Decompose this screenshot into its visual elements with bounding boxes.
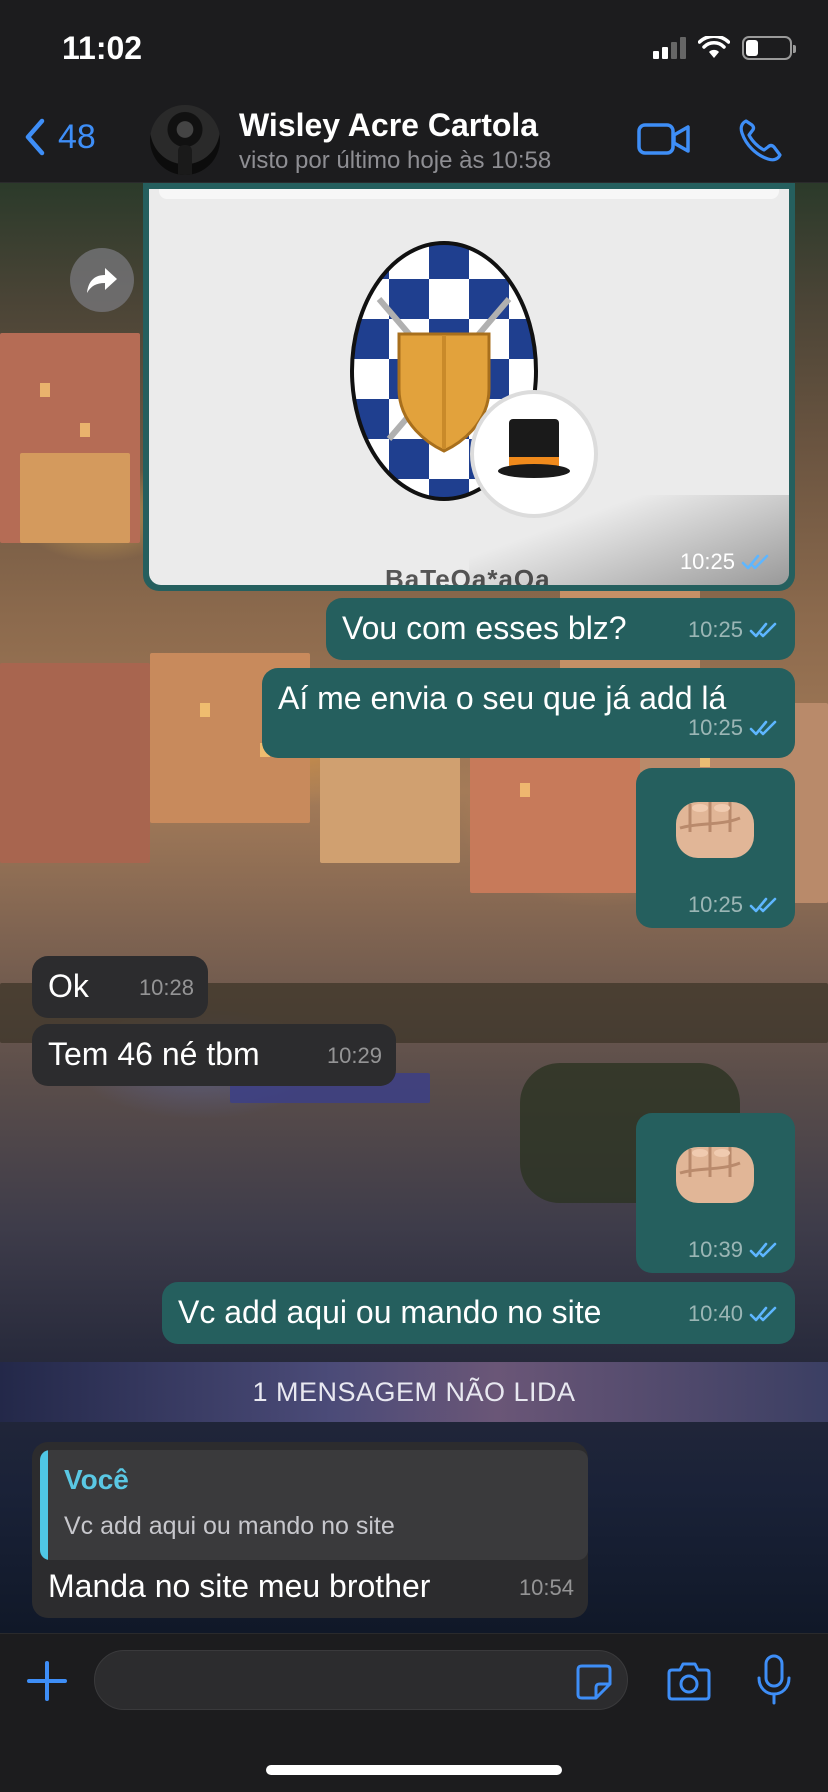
team-badge-image[interactable]: BaTeOa*aOa: [149, 189, 789, 585]
unread-divider-label: 1 MENSAGEM NÃO LIDA: [252, 1377, 576, 1407]
message-time: 10:29: [326, 1043, 382, 1068]
message-time: 10:25: [679, 549, 735, 574]
message-time: 10:39: [687, 1237, 743, 1262]
message-input[interactable]: [94, 1650, 628, 1710]
message-meta: 10:25: [688, 610, 781, 650]
message-text: Ok: [48, 968, 89, 1004]
cellular-signal-icon: [653, 37, 686, 59]
fist-emoji-icon: [676, 1147, 754, 1203]
message-time: 10:25: [687, 715, 743, 740]
message-time: 10:25: [687, 892, 743, 917]
message-bubble-outgoing[interactable]: Vc add aqui ou mando no site 10:40: [162, 1282, 795, 1344]
camera-icon[interactable]: [666, 1660, 712, 1702]
chat-header: 48 Wisley Acre Cartola visto por último …: [0, 95, 828, 183]
fist-emoji-icon: [676, 802, 754, 858]
double-check-icon: [749, 622, 777, 638]
plus-icon[interactable]: [24, 1658, 70, 1704]
quote-bar: [40, 1450, 48, 1560]
status-bar: 11:02: [0, 0, 828, 95]
battery-icon: [742, 36, 796, 60]
message-bubble-outgoing[interactable]: Aí me envia o seu que já add lá 10:25: [262, 668, 795, 758]
message-input-bar: [0, 1633, 828, 1792]
message-meta: 10:54: [519, 1568, 574, 1608]
message-bubble-incoming[interactable]: Tem 46 né tbm 10:29: [32, 1024, 396, 1086]
unread-divider: 1 MENSAGEM NÃO LIDA: [0, 1362, 828, 1422]
video-camera-icon[interactable]: [636, 115, 692, 163]
quoted-author: Você: [64, 1464, 129, 1495]
quoted-text: Vc add aqui ou mando no site: [64, 1512, 395, 1540]
sticker-message[interactable]: 10:25: [636, 768, 795, 928]
quoted-message[interactable]: Você Vc add aqui ou mando no site: [40, 1450, 588, 1560]
double-check-icon: [749, 720, 777, 736]
microphone-icon[interactable]: [756, 1654, 792, 1706]
double-check-icon: [749, 1306, 777, 1322]
last-seen-status: visto por último hoje às 10:58: [239, 147, 552, 174]
wifi-icon: [698, 36, 730, 58]
message-text: Manda no site meu brother: [48, 1568, 431, 1604]
message-time: 10:54: [518, 1575, 574, 1600]
avatar[interactable]: [150, 105, 220, 175]
message-bubble-outgoing[interactable]: Vou com esses blz? 10:25: [326, 598, 795, 660]
message-meta: 10:25: [680, 549, 773, 575]
message-meta: 10:29: [327, 1036, 382, 1076]
chevron-left-icon: [25, 118, 45, 156]
message-time: 10:28: [138, 975, 194, 1000]
message-text: Vou com esses blz?: [342, 610, 627, 646]
sticker-icon[interactable]: [574, 1662, 614, 1702]
back-button[interactable]: 48: [22, 117, 96, 157]
contact-name[interactable]: Wisley Acre Cartola: [239, 107, 538, 144]
forward-button[interactable]: [70, 248, 134, 312]
double-check-icon: [749, 897, 777, 913]
forward-arrow-icon: [87, 268, 117, 293]
message-time: 10:25: [687, 617, 743, 642]
double-check-icon: [741, 554, 769, 570]
reply-message-bubble[interactable]: Você Vc add aqui ou mando no site Manda …: [32, 1442, 588, 1618]
message-meta: 10:28: [139, 968, 194, 1008]
sticker-message[interactable]: 10:39: [636, 1113, 795, 1273]
message-bubble-incoming[interactable]: Ok 10:28: [32, 956, 208, 1018]
message-text: Aí me envia o seu que já add lá: [278, 680, 727, 716]
message-text: Vc add aqui ou mando no site: [178, 1294, 602, 1330]
status-time: 11:02: [62, 30, 143, 66]
unread-chats-count: 48: [58, 117, 96, 156]
message-time: 10:40: [687, 1301, 743, 1326]
message-meta: 10:25: [688, 892, 781, 918]
phone-icon[interactable]: [734, 115, 790, 163]
team-shield-crest-icon: [350, 241, 598, 518]
image-message[interactable]: BaTeOa*aOa 10:25: [143, 183, 795, 591]
message-meta: 10:40: [688, 1294, 781, 1334]
home-indicator: [266, 1765, 562, 1775]
double-check-icon: [749, 1242, 777, 1258]
message-meta: 10:25: [688, 708, 781, 748]
message-text: Tem 46 né tbm: [48, 1036, 260, 1072]
message-meta: 10:39: [688, 1237, 781, 1263]
